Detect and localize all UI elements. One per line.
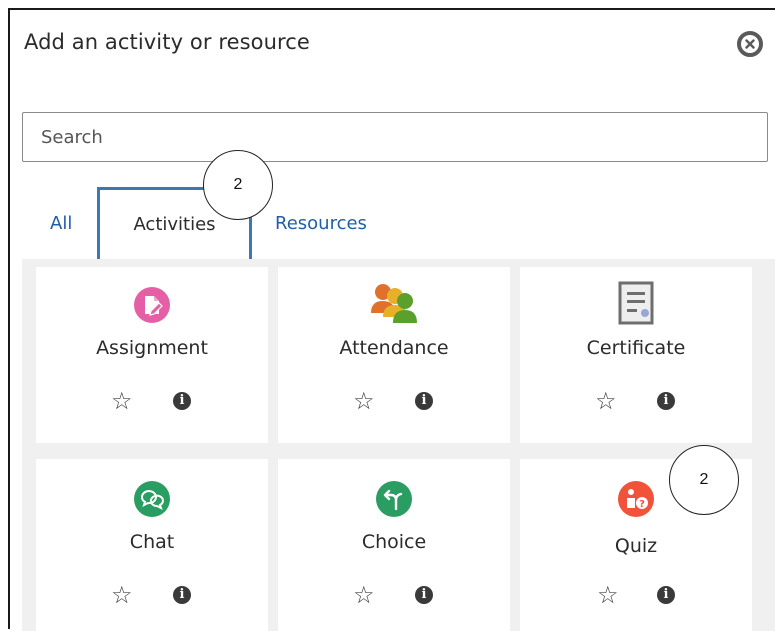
star-icon[interactable]: ☆ (597, 583, 619, 607)
chat-icon (134, 481, 170, 517)
svg-text:?: ? (639, 499, 645, 510)
choice-icon (376, 481, 412, 517)
certificate-card[interactable]: Certificate ☆ i (520, 267, 752, 443)
choice-label: Choice (361, 531, 427, 553)
info-icon[interactable]: i (173, 586, 191, 604)
attendance-card[interactable]: Attendance ☆ i (278, 267, 510, 443)
quiz-label: Quiz (614, 535, 658, 557)
tab-activities-label: Activities (133, 214, 216, 235)
star-icon[interactable]: ☆ (111, 583, 133, 607)
info-icon[interactable]: i (657, 586, 675, 604)
assignment-card[interactable]: Assignment ☆ i (36, 267, 268, 443)
close-icon[interactable] (737, 31, 763, 57)
choice-card[interactable]: Choice ☆ i (278, 459, 510, 631)
quiz-icon: ? (618, 481, 654, 517)
activity-chooser-dialog: Add an activity or resource All Activiti… (8, 8, 775, 631)
chat-card[interactable]: Chat ☆ i (36, 459, 268, 631)
tab-all[interactable]: All (50, 213, 72, 234)
activity-grid: Assignment ☆ i Attendance ☆ i Certificat… (22, 259, 775, 631)
star-icon[interactable]: ☆ (353, 583, 375, 607)
callout-badge: 2 (203, 150, 273, 220)
star-icon[interactable]: ☆ (353, 389, 375, 413)
tab-resources[interactable]: Resources (275, 213, 367, 234)
star-icon[interactable]: ☆ (595, 389, 617, 413)
attendance-label: Attendance (339, 337, 449, 359)
dialog-title: Add an activity or resource (24, 30, 310, 54)
info-icon[interactable]: i (657, 392, 675, 410)
info-icon[interactable]: i (415, 586, 433, 604)
chat-label: Chat (129, 531, 175, 553)
info-icon[interactable]: i (173, 392, 191, 410)
callout-badge: 2 (669, 445, 739, 515)
attendance-icon (371, 284, 417, 323)
assignment-icon (134, 287, 170, 323)
info-icon[interactable]: i (415, 392, 433, 410)
certificate-icon (618, 281, 654, 325)
search-input[interactable] (22, 112, 768, 162)
assignment-label: Assignment (96, 337, 208, 359)
close-x-glyph (745, 39, 755, 49)
certificate-label: Certificate (586, 337, 686, 359)
star-icon[interactable]: ☆ (111, 389, 133, 413)
